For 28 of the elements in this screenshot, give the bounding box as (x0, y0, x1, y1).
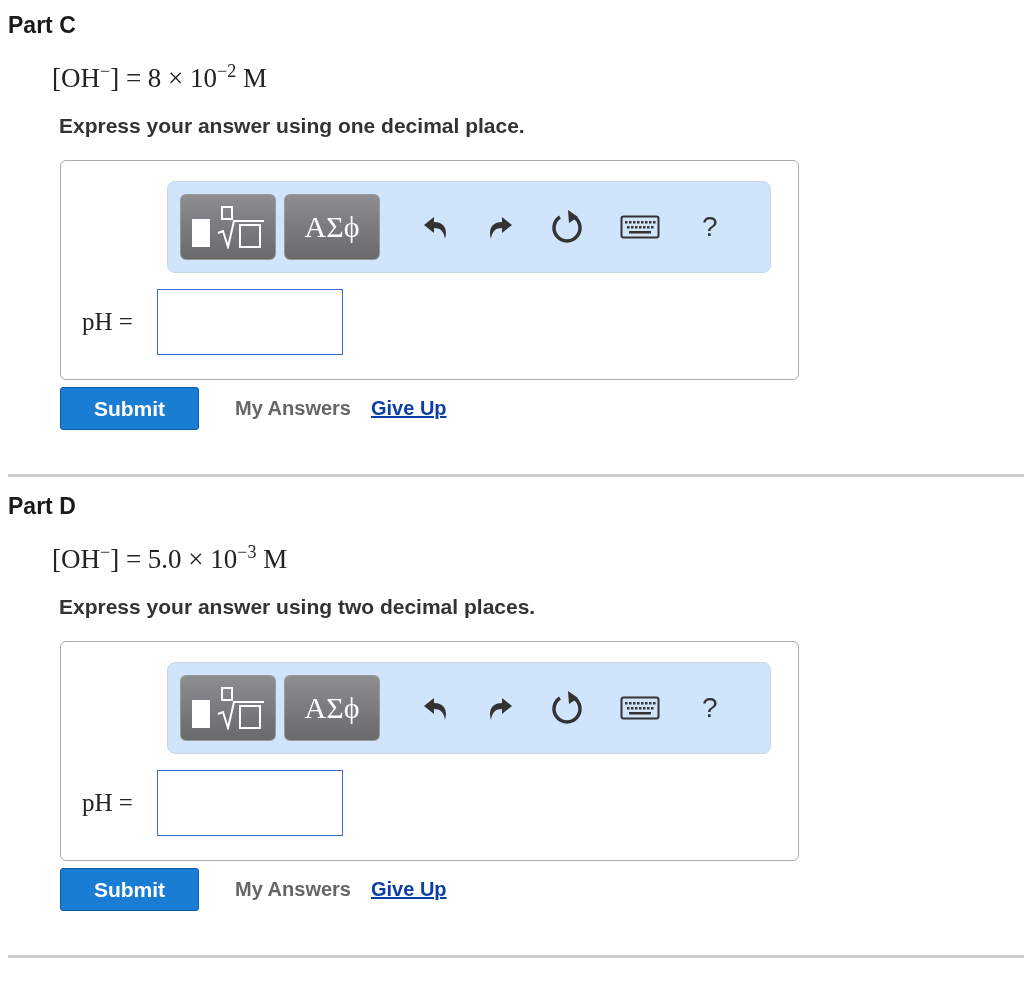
answer-label: pH = (82, 308, 133, 336)
templates-icon (190, 205, 266, 249)
keyboard-icon (620, 696, 660, 720)
equation: [OH$^{−}$] = 8 × 10$^{−2}$ M (52, 63, 268, 94)
my-answers-label: My Answers (235, 397, 351, 420)
templates-button[interactable] (180, 194, 276, 260)
give-up-link[interactable]: Give Up (370, 397, 447, 420)
templates-button[interactable] (180, 675, 276, 741)
help-button[interactable]: ? (698, 211, 722, 243)
reset-icon (550, 690, 584, 726)
keyboard-icon (620, 215, 660, 239)
help-button[interactable]: ? (698, 692, 722, 724)
my-answers-label: My Answers (235, 878, 351, 901)
symbols-button[interactable]: ΑΣϕ (284, 194, 380, 260)
reset-icon (550, 209, 584, 245)
instruction-text: Express your answer using one decimal place. (59, 114, 525, 138)
symbols-button[interactable]: ΑΣϕ (284, 675, 380, 741)
submit-button[interactable]: Submit (60, 868, 199, 911)
instruction-text: Express your answer using two decimal places. (59, 595, 536, 619)
part-title: Part D (8, 493, 76, 520)
give-up-link[interactable]: Give Up (370, 878, 447, 901)
answer-field[interactable] (156, 289, 343, 355)
answer-label: pH = (82, 789, 133, 817)
submit-button[interactable]: Submit (60, 387, 199, 430)
answer-field[interactable] (156, 770, 343, 836)
part-title: Part C (8, 12, 76, 39)
templates-icon (190, 686, 266, 730)
equation: [OH$^{−}$] = 5.0 × 10$^{−3}$ M (52, 544, 288, 575)
